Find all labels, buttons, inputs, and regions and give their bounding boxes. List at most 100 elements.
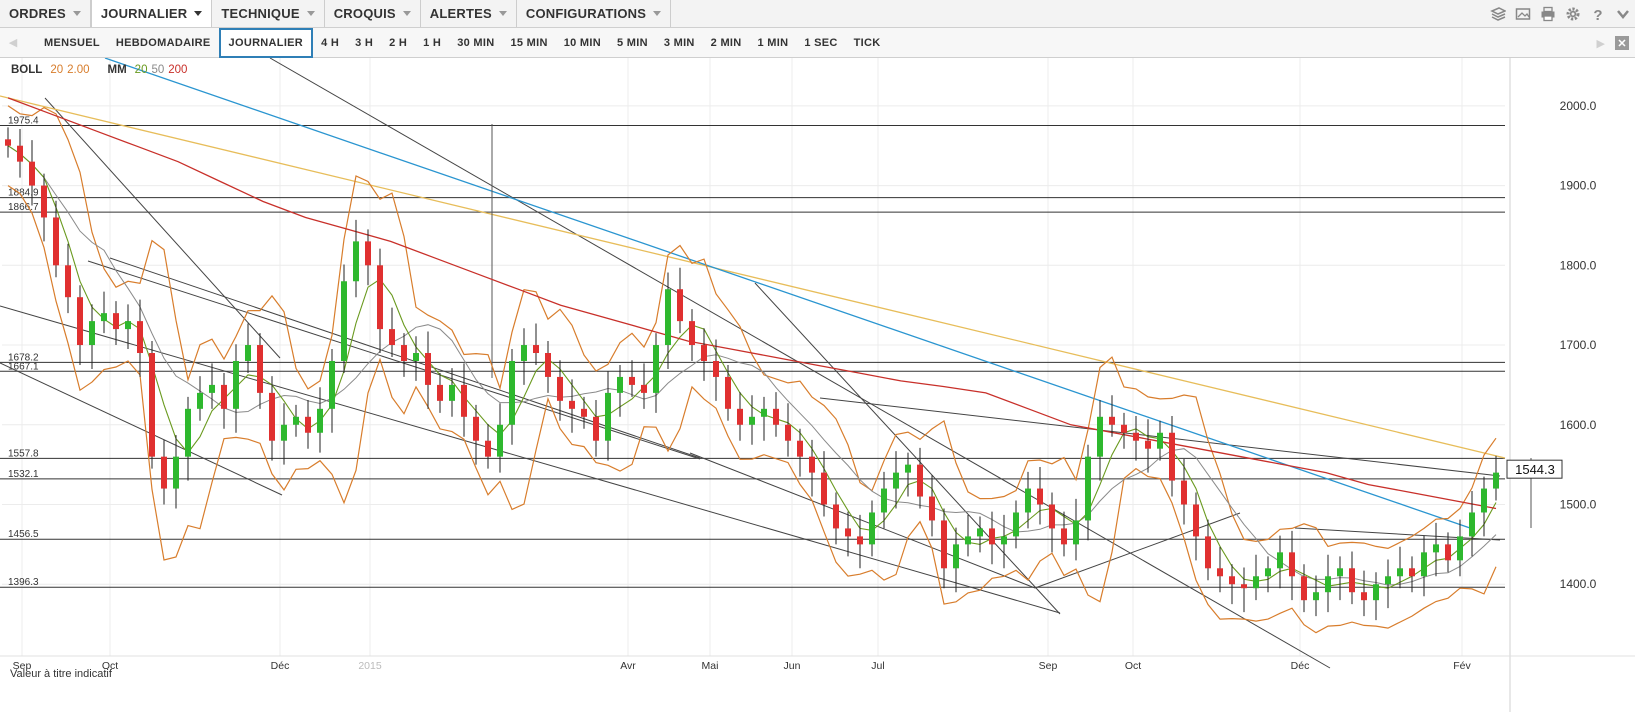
y-tick-label: 1700.0 [1560, 338, 1597, 352]
candle-up [1265, 568, 1271, 577]
menu-journalier[interactable]: JOURNALIER [90, 0, 213, 27]
candle-up [1097, 416, 1103, 457]
candle-down [785, 424, 791, 441]
scroll-left-icon[interactable]: ◀ [0, 36, 26, 49]
timeframe-5-min[interactable]: 5 MIN [609, 28, 656, 58]
y-tick-label: 2000.0 [1560, 99, 1597, 113]
more-icon[interactable] [1614, 6, 1631, 23]
trendline-blue [104, 57, 1471, 529]
candle-down [77, 297, 83, 346]
menu-croquis[interactable]: CROQUIS [325, 0, 421, 27]
y-tick-label: 1400.0 [1560, 577, 1597, 591]
menu-technique[interactable]: TECHNIQUE [212, 0, 325, 27]
candle-up [521, 345, 527, 361]
timeframe-mensuel[interactable]: MENSUEL [36, 28, 108, 58]
candle-down [1205, 536, 1211, 569]
candle-down [53, 217, 59, 266]
bollinger-upper [7, 105, 1497, 550]
gear-icon[interactable] [1564, 6, 1581, 23]
menu-label: CROQUIS [333, 6, 396, 21]
timeframe-30-min[interactable]: 30 MIN [449, 28, 502, 58]
top-menu-bar: ORDRES JOURNALIER TECHNIQUE CROQUIS ALERTES C… [0, 0, 1635, 28]
candle-down [389, 329, 395, 346]
candle-up [1157, 432, 1163, 449]
candle-up [293, 416, 299, 425]
candle-up [1085, 456, 1091, 521]
menu-label: TECHNIQUE [221, 6, 300, 21]
timeframe-10-min[interactable]: 10 MIN [556, 28, 609, 58]
y-tick-label: 1800.0 [1560, 258, 1597, 272]
candle-down [1445, 544, 1451, 561]
candle-down [857, 536, 863, 545]
candle-up [1073, 520, 1079, 545]
timeframe-4-h[interactable]: 4 H [313, 28, 347, 58]
candle-up [1481, 488, 1487, 513]
candle-down [917, 464, 923, 497]
menu-label: JOURNALIER [100, 6, 188, 21]
candle-down [1241, 584, 1247, 589]
indicator-legend: BOLL 20 2.00 MM 20 50 200 [11, 64, 187, 76]
timeframe-3-min[interactable]: 3 MIN [656, 28, 703, 58]
mm200-line [7, 97, 1497, 510]
candle-down [629, 376, 635, 385]
menu-alertes[interactable]: ALERTES [421, 0, 517, 27]
x-tick-label: Déc [1291, 660, 1310, 672]
candle-up [653, 345, 659, 393]
candle-down [557, 376, 563, 401]
menu-configurations[interactable]: CONFIGURATIONS [517, 0, 672, 27]
image-icon[interactable] [1514, 6, 1531, 23]
chevron-down-icon [653, 11, 662, 16]
timeframe-3-h[interactable]: 3 H [347, 28, 381, 58]
price-chart[interactable]: 2000.0 1900.0 1800.0 1700.0 1600.0 1500.0 1400… [0, 57, 1635, 712]
candle-down [1121, 424, 1127, 433]
candle-down [701, 345, 707, 361]
candle-down [797, 440, 803, 457]
timeframe-bar: ◀ MENSUEL HEBDOMADAIRE JOURNALIER 4 H3 H2 H… [0, 27, 1635, 58]
candle-up [209, 384, 215, 393]
candle-up [101, 313, 107, 322]
candle-down [545, 353, 551, 377]
candle-up [1277, 552, 1283, 569]
candle-up [449, 384, 455, 401]
timeframe-hebdomadaire[interactable]: HEBDOMADAIRE [108, 28, 219, 58]
boll-label: BOLL [11, 64, 43, 76]
indicative-value-note: Valeur à titre indicatif [10, 668, 112, 680]
candle-down [581, 408, 587, 417]
candle-up [497, 424, 503, 457]
candle-down [569, 400, 575, 409]
timeframe-journalier[interactable]: JOURNALIER [218, 27, 314, 58]
candle-down [1301, 576, 1307, 601]
candle-down [461, 384, 467, 417]
scroll-right-icon[interactable]: ▶ [1597, 37, 1605, 50]
timeframe-15-min[interactable]: 15 MIN [502, 28, 555, 58]
timeframe-1-sec[interactable]: 1 SEC [796, 28, 845, 58]
timeframe-2-min[interactable]: 2 MIN [703, 28, 750, 58]
candle-up [1433, 544, 1439, 553]
timeframe-2-h[interactable]: 2 H [381, 28, 415, 58]
level-label: 1557.8 [8, 448, 39, 459]
candle-up [353, 241, 359, 282]
candle-up [1373, 584, 1379, 601]
close-icon[interactable]: ✕ [1615, 36, 1629, 50]
candle-down [845, 528, 851, 537]
x-tick-label: Mai [702, 660, 719, 672]
candle-down [533, 345, 539, 354]
timeframe-tick[interactable]: TICK [846, 28, 889, 58]
timeframe-right-controls: ▶ ✕ [1597, 28, 1635, 58]
help-icon[interactable]: ? [1589, 6, 1606, 23]
layers-icon[interactable] [1489, 6, 1506, 23]
print-icon[interactable] [1539, 6, 1556, 23]
timeframe-1-h[interactable]: 1 H [415, 28, 449, 58]
level-label: 1456.5 [8, 529, 39, 540]
timeframe-1-min[interactable]: 1 MIN [750, 28, 797, 58]
chart-canvas[interactable]: 2000.0 1900.0 1800.0 1700.0 1600.0 1500.0 1400… [0, 57, 1635, 712]
menu-ordres[interactable]: ORDRES [0, 0, 91, 27]
x-tick-label: Jul [871, 660, 884, 672]
candle-down [257, 345, 263, 393]
candle-up [965, 536, 971, 545]
candle-up [605, 392, 611, 441]
candle-up [317, 408, 323, 433]
candle-down [1361, 592, 1367, 601]
x-tick-label: Oct [1125, 660, 1141, 672]
y-tick-label: 1600.0 [1560, 418, 1597, 432]
